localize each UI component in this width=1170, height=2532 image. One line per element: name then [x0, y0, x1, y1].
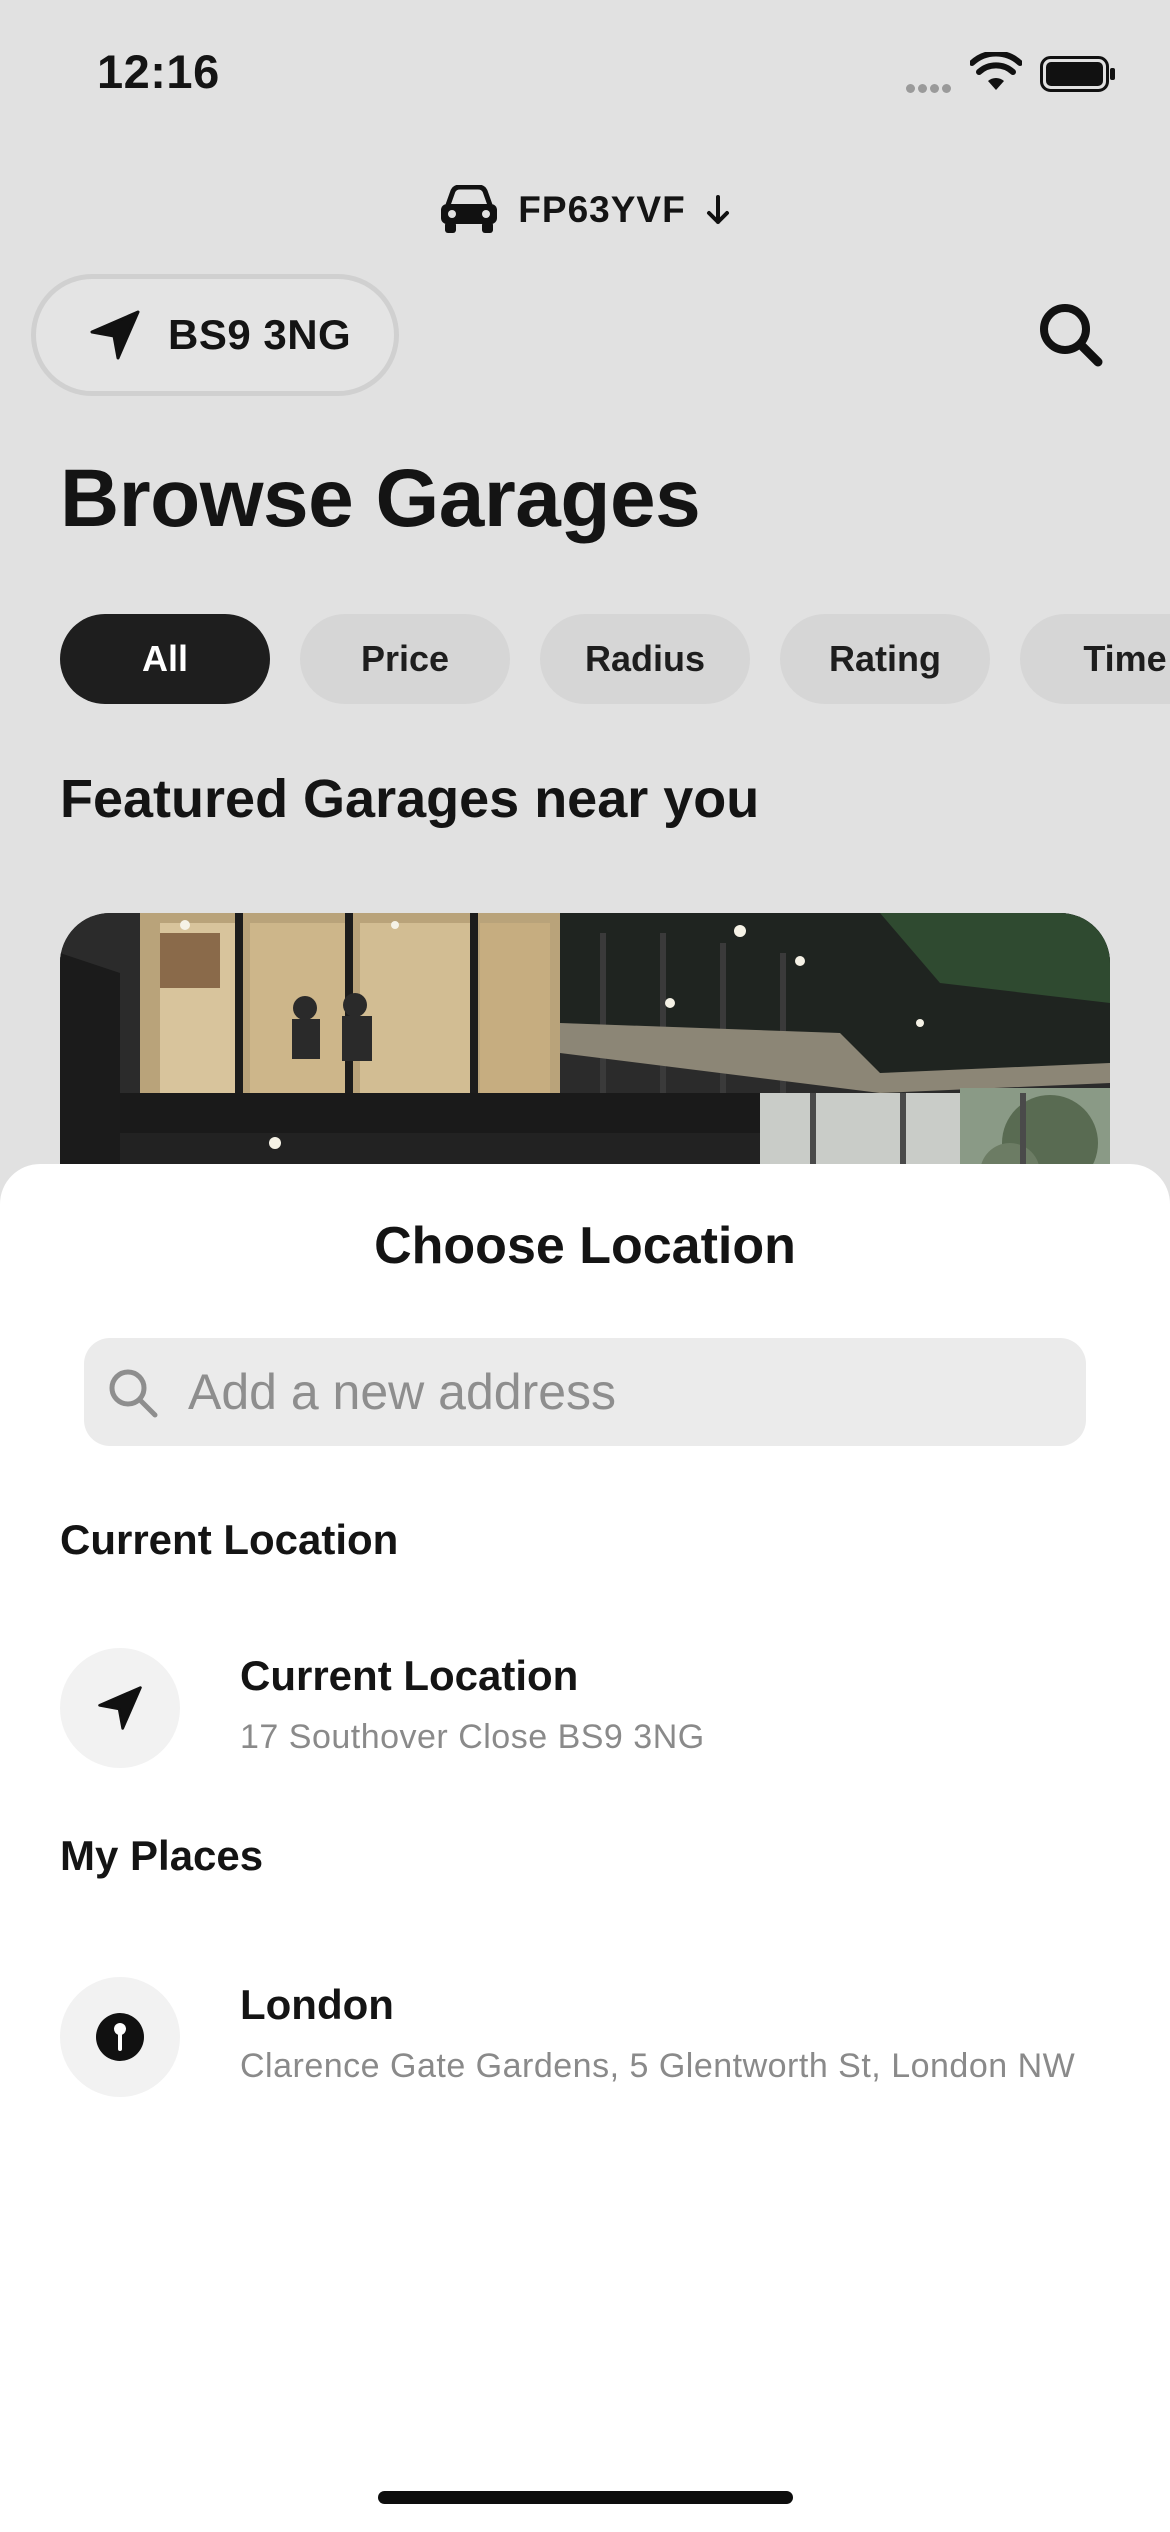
navigation-arrow-icon [90, 310, 140, 360]
home-indicator[interactable] [378, 2491, 793, 2504]
sheet-title: Choose Location [374, 1217, 796, 1275]
current-location-name: Current Location [240, 1652, 579, 1699]
search-icon[interactable] [1036, 300, 1106, 370]
filter-chip-all[interactable]: All [60, 614, 270, 704]
page-title: Browse Garages [60, 453, 701, 544]
current-location-icon-wrap [60, 1648, 180, 1768]
vehicle-selector[interactable]: FP63YVF [0, 180, 1170, 240]
status-time: 12:16 [97, 45, 220, 98]
location-pill-label: BS9 3NG [168, 311, 352, 358]
location-pill[interactable]: BS9 3NG [31, 274, 399, 396]
current-location-section-title: Current Location [60, 1516, 399, 1563]
current-location-item[interactable]: Current Location 17 Southover Close BS9 … [60, 1648, 1170, 1768]
place-icon-wrap [60, 1977, 180, 2097]
place-item-london[interactable]: London Clarence Gate Gardens, 5 Glentwor… [60, 1977, 1170, 2097]
filter-chip-radius[interactable]: Radius [540, 614, 750, 704]
filter-chip-price[interactable]: Price [300, 614, 510, 704]
place-name: London [240, 1981, 394, 2028]
filter-chip-rating[interactable]: Rating [780, 614, 990, 704]
address-search-field[interactable] [84, 1338, 1086, 1446]
pin-icon [96, 2013, 144, 2061]
car-icon [441, 185, 498, 233]
my-places-section-title: My Places [60, 1832, 264, 1879]
search-icon [109, 1369, 158, 1418]
battery-icon [1040, 56, 1115, 92]
featured-section-title: Featured Garages near you [60, 769, 760, 829]
place-address: Clarence Gate Gardens, 5 Glentworth St, … [240, 2047, 1076, 2085]
choose-location-sheet: Choose Location Current Location Current… [0, 1164, 1170, 2532]
wifi-icon [970, 52, 1022, 90]
arrow-down-icon [706, 195, 729, 224]
status-bar: 12:16 [0, 0, 1170, 140]
filter-chip-time[interactable]: Time [1020, 614, 1170, 704]
current-location-address: 17 Southover Close BS9 3NG [240, 1718, 705, 1756]
address-search-input[interactable] [188, 1338, 1048, 1446]
navigation-arrow-icon [98, 1686, 142, 1730]
signal-icon [906, 80, 954, 98]
vehicle-plate: FP63YVF [518, 189, 686, 230]
filter-chips: All Price Radius Rating Time [60, 614, 1170, 706]
